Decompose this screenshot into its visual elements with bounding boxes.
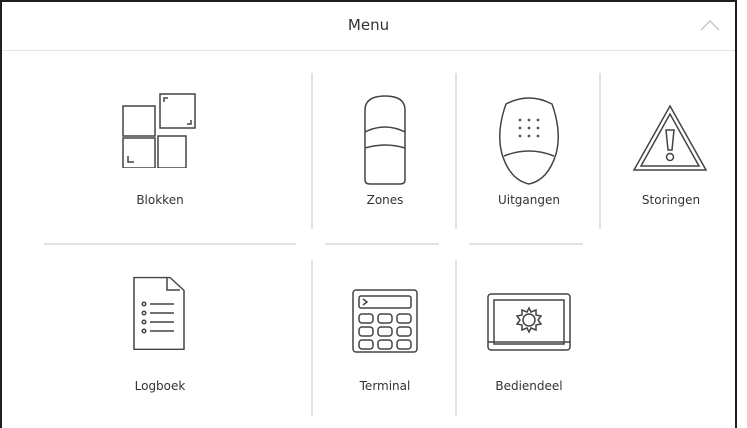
divider <box>469 243 583 245</box>
tile-label: Uitgangen <box>497 193 560 207</box>
divider <box>311 260 313 416</box>
tile-label: Zones <box>366 193 404 207</box>
tile-label: Logboek <box>134 379 186 393</box>
divider <box>599 73 601 229</box>
tile-label: Blokken <box>136 193 184 207</box>
log-document-icon <box>133 276 185 350</box>
blocks-icon <box>122 93 196 168</box>
keypad-terminal-icon <box>352 289 418 353</box>
collapse-menu-button[interactable] <box>699 18 721 32</box>
chevron-up-icon <box>700 19 720 31</box>
menu-header: Menu <box>2 2 735 51</box>
tile-zones[interactable]: Zones <box>320 84 450 220</box>
tile-storingen[interactable]: Storingen <box>606 84 736 220</box>
tile-blokken[interactable]: Blokken <box>80 84 240 220</box>
divider <box>455 260 457 416</box>
tile-label: Storingen <box>641 193 701 207</box>
tile-logboek[interactable]: Logboek <box>80 270 240 406</box>
tile-uitgangen[interactable]: Uitgangen <box>464 84 594 220</box>
tile-label: Bediendeel <box>495 379 563 393</box>
outputs-siren-icon <box>499 97 559 185</box>
divider <box>44 243 296 245</box>
divider <box>325 243 439 245</box>
control-panel-gear-icon <box>487 293 571 351</box>
divider <box>311 73 313 229</box>
tile-bediendeel[interactable]: Bediendeel <box>464 270 594 406</box>
tile-terminal[interactable]: Terminal <box>320 270 450 406</box>
divider <box>455 73 457 229</box>
warning-triangle-icon <box>632 104 708 171</box>
zone-detector-icon <box>364 95 406 185</box>
menu-title: Menu <box>347 16 390 34</box>
tile-label: Terminal <box>359 379 411 393</box>
